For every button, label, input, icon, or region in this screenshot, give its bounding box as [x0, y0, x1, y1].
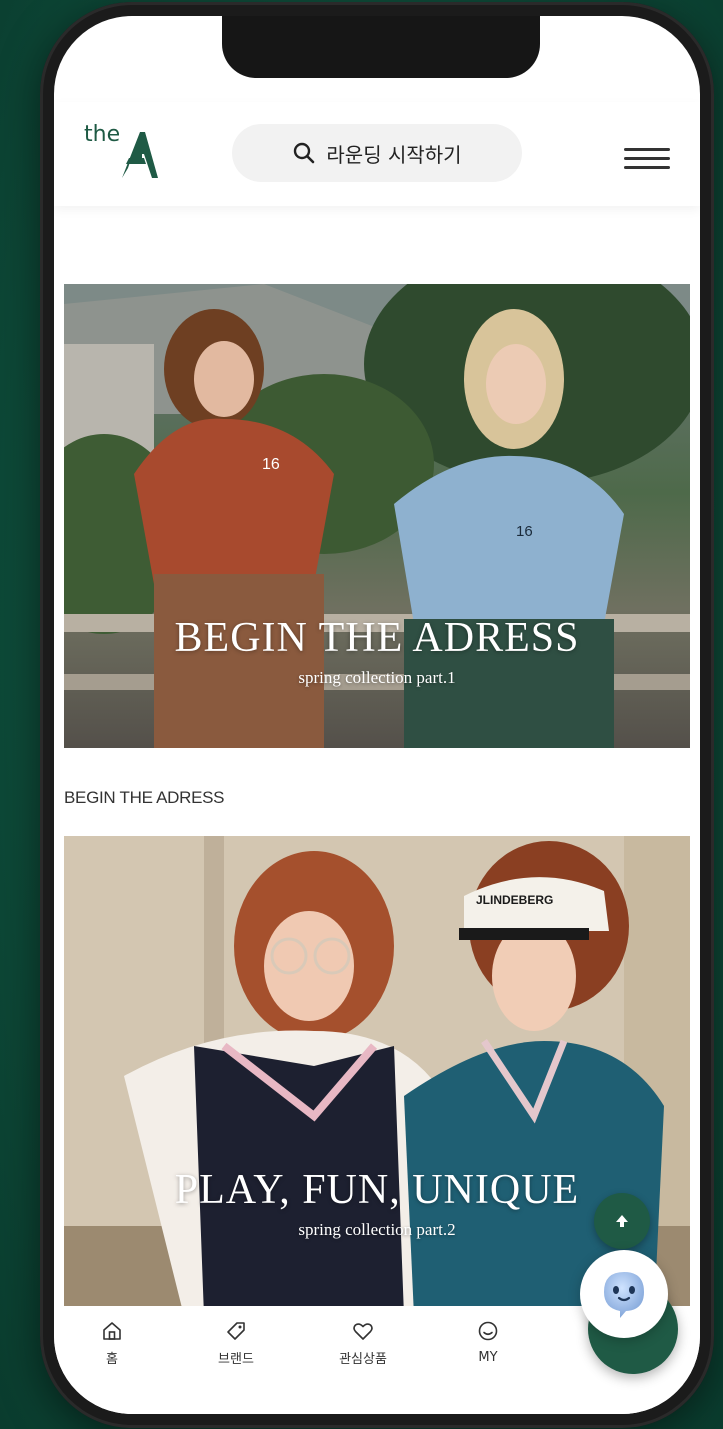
logo-text: the	[84, 122, 121, 147]
tag-icon	[227, 1322, 245, 1340]
nav-label-my: MY	[478, 1350, 498, 1365]
banner-1-subtitle: spring collection part.1	[298, 668, 456, 687]
svg-text:16: 16	[262, 456, 280, 473]
banner-photo-2: JLINDEBERG	[64, 836, 690, 1316]
nav-item-brand[interactable]: 브랜드	[196, 1320, 276, 1368]
svg-text:JLINDEBERG: JLINDEBERG	[476, 893, 553, 907]
banner-spring-part1[interactable]: 16 16 BEGIN THE ADRESS spring collection…	[64, 284, 690, 748]
app-header: the 라운딩 시작하기	[54, 102, 700, 206]
scroll-top-button[interactable]	[594, 1193, 650, 1249]
logo-a-mark	[122, 132, 158, 178]
phone-frame: the 라운딩 시작하기 16 16 BEGIN THE ADRESS spri…	[40, 2, 714, 1428]
heart-icon	[353, 1323, 373, 1340]
hamburger-menu-icon[interactable]	[624, 148, 670, 170]
app-screen: the 라운딩 시작하기 16 16 BEGIN THE ADRESS spri…	[54, 16, 700, 1414]
brand-logo[interactable]: the	[84, 122, 164, 182]
svg-text:16: 16	[516, 523, 533, 540]
section-label: BEGIN THE ADRESS	[64, 788, 225, 807]
nav-item-my[interactable]: MY	[448, 1320, 528, 1366]
banner-spring-part2[interactable]: JLINDEBERG PLAY, FUN, UNIQUE spring coll…	[64, 836, 690, 1316]
nav-item-wishlist[interactable]: 관심상품	[323, 1320, 403, 1368]
banner-1-title: BEGIN THE ADRESS	[174, 615, 580, 661]
search-icon	[294, 142, 315, 164]
chatbot-button[interactable]	[580, 1250, 668, 1338]
chatbot-icon	[604, 1272, 644, 1318]
arrow-up-icon	[616, 1215, 628, 1227]
nav-label-wishlist: 관심상품	[339, 1352, 387, 1367]
nav-label-home: 홈	[106, 1352, 118, 1367]
phone-notch	[222, 16, 540, 78]
search-bar[interactable]: 라운딩 시작하기	[232, 124, 522, 182]
search-label: 라운딩 시작하기	[326, 142, 462, 167]
home-icon	[103, 1322, 121, 1340]
nav-item-home[interactable]: 홈	[72, 1320, 152, 1368]
banner-2-title: PLAY, FUN, UNIQUE	[174, 1167, 580, 1213]
smile-icon	[478, 1321, 498, 1341]
nav-label-brand: 브랜드	[218, 1352, 254, 1367]
